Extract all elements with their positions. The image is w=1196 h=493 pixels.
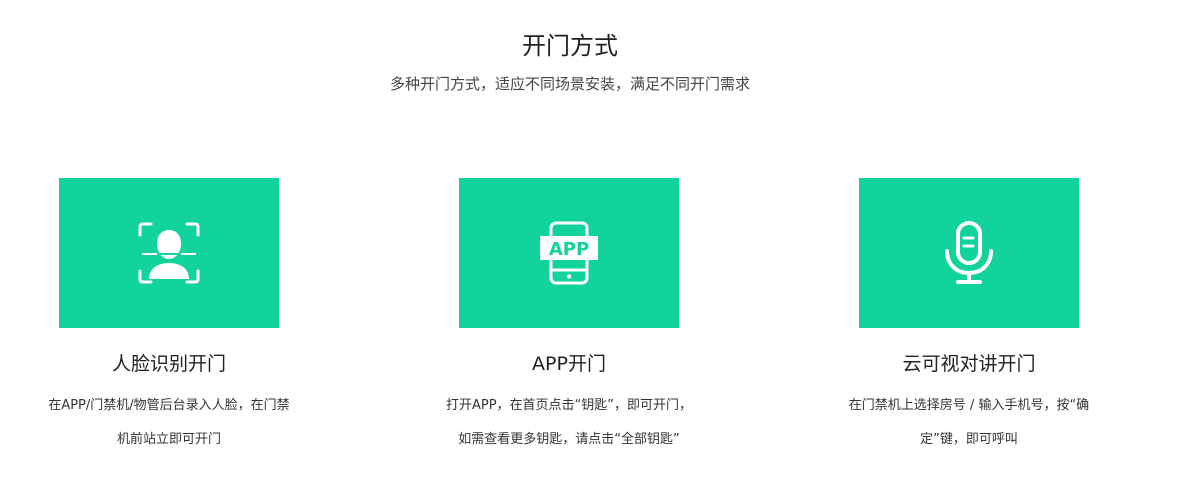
app-tile: APP (459, 178, 679, 328)
card-description: 在APP/门禁机/物管后台录入人脸，在门禁 机前站立即可开门 (19, 389, 319, 457)
face-recognition-tile (59, 178, 279, 328)
app-label: APP (549, 239, 589, 260)
card-description: 打开APP，在首页点击“钥匙”，即可开门， 如需查看更多钥匙，请点击“全部钥匙” (419, 389, 719, 457)
card-title: APP开门 (532, 353, 606, 375)
card-app: APP APP开门 打开APP，在首页点击“钥匙”，即可开门， 如需查看更多钥匙… (419, 178, 719, 457)
face-recognition-icon (138, 222, 200, 284)
card-face-recognition: 人脸识别开门 在APP/门禁机/物管后台录入人脸，在门禁 机前站立即可开门 (19, 178, 319, 457)
card-description-line: 如需查看更多钥匙，请点击“全部钥匙” (458, 432, 680, 447)
card-description-line: 在门禁机上选择房号 / 输入手机号，按“确 (848, 398, 1090, 413)
card-title: 云可视对讲开门 (902, 353, 1036, 375)
app-phone-icon: APP (540, 221, 598, 285)
card-description: 在门禁机上选择房号 / 输入手机号，按“确 定”键，即可呼叫 (819, 389, 1119, 457)
microphone-icon (945, 221, 993, 284)
card-title: 人脸识别开门 (111, 353, 226, 375)
card-description-line: 打开APP，在首页点击“钥匙”，即可开门， (445, 398, 693, 413)
card-description-line: 机前站立即可开门 (116, 432, 221, 447)
card-video-intercom: 云可视对讲开门 在门禁机上选择房号 / 输入手机号，按“确 定”键，即可呼叫 (819, 178, 1119, 457)
section-title: 开门方式 (522, 32, 618, 60)
card-description-line: 在APP/门禁机/物管后台录入人脸，在门禁 (48, 398, 290, 413)
card-description-line: 定”键，即可呼叫 (920, 432, 1018, 447)
section-subtitle: 多种开门方式，适应不同场景安装，满足不同开门需求 (389, 75, 750, 93)
door-open-methods-section: 开门方式 多种开门方式，适应不同场景安装，满足不同开门需求 人脸识别开门 在AP… (0, 0, 1196, 493)
video-intercom-tile (859, 178, 1079, 328)
